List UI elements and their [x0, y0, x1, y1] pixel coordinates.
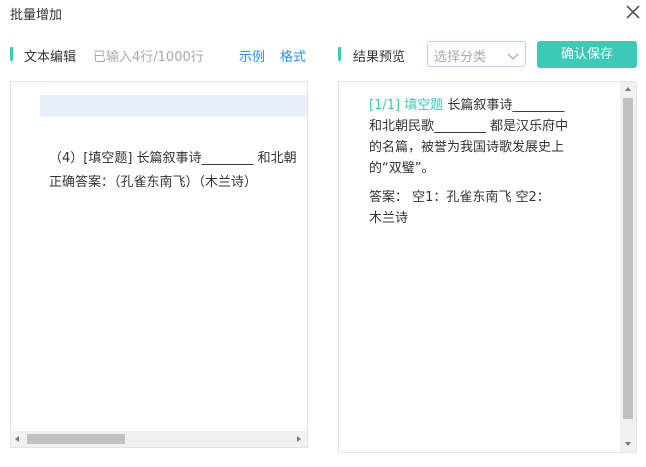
- editor-section-label: 文本编辑: [24, 50, 77, 65]
- question-text-line: 和北朝民歌________ 都是汉乐府中: [369, 119, 569, 134]
- scroll-right-icon[interactable]: [297, 436, 301, 442]
- preview-question-first-line: [1/1] 填空题 长篇叙事诗________: [369, 94, 564, 113]
- horizontal-scroll-thumb[interactable]: [27, 434, 125, 444]
- chevron-down-icon: [507, 50, 519, 60]
- vertical-scroll-thumb[interactable]: [623, 98, 633, 419]
- answer-line: 木兰诗: [369, 211, 409, 226]
- category-select-placeholder: 选择分类: [434, 50, 487, 65]
- editor-section-marker: [10, 47, 13, 61]
- close-icon[interactable]: [622, 1, 644, 23]
- preview-section-label: 结果预览: [353, 50, 406, 65]
- question-text-line: 长篇叙事诗________: [447, 98, 565, 113]
- question-tag: [1/1] 填空题: [369, 98, 444, 113]
- answer-line: 答案： 空1：孔雀东南飞 空2：: [369, 190, 550, 205]
- horizontal-scrollbar[interactable]: [11, 431, 307, 447]
- question-text-line: 的名篇，被誉为我国诗歌发展史上: [369, 140, 565, 155]
- preview-section-marker: [338, 47, 341, 61]
- format-link[interactable]: 格式: [280, 46, 306, 65]
- editor-line: 正确答案：（孔雀东南飞）（木兰诗）: [49, 175, 258, 190]
- current-line-highlight: [40, 95, 307, 117]
- category-select[interactable]: 选择分类: [427, 41, 526, 67]
- save-button[interactable]: 确认保存: [537, 41, 637, 68]
- example-link[interactable]: 示例: [239, 46, 265, 65]
- question-text-line: 的“双璧”。: [369, 161, 435, 176]
- scroll-up-icon[interactable]: [625, 87, 631, 91]
- dialog-title: 批量增加: [10, 8, 63, 23]
- line-counter: 已输入4行/1000行: [93, 50, 204, 65]
- result-preview: [1/1] 填空题 长篇叙事诗________ 和北朝民歌________ 都是…: [338, 81, 637, 453]
- vertical-scrollbar[interactable]: [620, 82, 636, 452]
- dialog-titlebar: 批量增加: [0, 0, 646, 26]
- scroll-down-icon[interactable]: [625, 442, 631, 446]
- editor-line: （4）[填空题] 长篇叙事诗________ 和北朝: [49, 151, 297, 166]
- scroll-left-icon[interactable]: [15, 436, 19, 442]
- text-editor[interactable]: （4）[填空题] 长篇叙事诗________ 和北朝 正确答案：（孔雀东南飞）（…: [10, 81, 308, 448]
